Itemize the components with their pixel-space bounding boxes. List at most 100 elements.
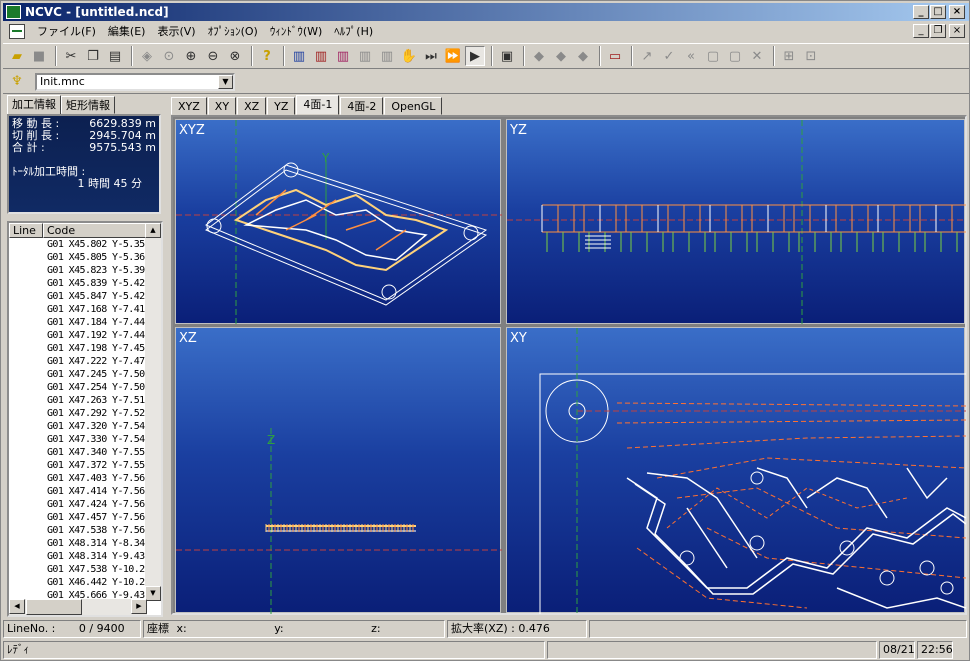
- zoom-in-icon[interactable]: ⊕: [181, 46, 201, 66]
- code-row[interactable]: G01 X47.457 Y-7.56: [9, 511, 147, 524]
- code-row[interactable]: G01 X47.245 Y-7.50: [9, 368, 147, 381]
- fast-forward-icon[interactable]: ⏩: [443, 46, 463, 66]
- tab-4view-2[interactable]: 4面-2: [340, 97, 384, 115]
- menu-window[interactable]: ｳｨﾝﾄﾞｳ(W): [264, 23, 328, 40]
- code-row[interactable]: G01 X45.839 Y-5.42: [9, 277, 147, 290]
- menu-help[interactable]: ﾍﾙﾌﾟ(H): [328, 23, 379, 40]
- code-row[interactable]: G01 X47.414 Y-7.56: [9, 485, 147, 498]
- scroll-right-icon[interactable]: ▶: [131, 599, 147, 614]
- tab-yz[interactable]: YZ: [267, 97, 296, 115]
- code-row[interactable]: G01 X47.403 Y-7.56: [9, 472, 147, 485]
- zoom-out-icon[interactable]: ⊖: [203, 46, 223, 66]
- help-icon[interactable]: ?: [257, 46, 277, 66]
- zoom-window-icon[interactable]: ⊗: [225, 46, 245, 66]
- tab-xz[interactable]: XZ: [237, 97, 267, 115]
- monitor-icon[interactable]: ▭: [605, 46, 625, 66]
- frame-arrow-icon[interactable]: ▢: [725, 46, 745, 66]
- list-mix-icon[interactable]: ▥: [333, 46, 353, 66]
- menu-view[interactable]: 表示(V): [151, 23, 201, 40]
- list-gray2-icon[interactable]: ▥: [377, 46, 397, 66]
- arrow-diagonal-icon[interactable]: ↗: [637, 46, 657, 66]
- code-row[interactable]: G01 X48.314 Y-8.34: [9, 537, 147, 550]
- play-icon[interactable]: ▶: [465, 46, 485, 66]
- mdi-minimize-button[interactable]: _: [913, 24, 929, 38]
- grid-icon[interactable]: ⊞: [779, 46, 799, 66]
- maximize-button[interactable]: □: [930, 5, 946, 19]
- code-row[interactable]: G01 X47.184 Y-7.44: [9, 316, 147, 329]
- code-list-vscroll[interactable]: ▲ ▼: [145, 223, 161, 601]
- list-gray-icon[interactable]: ▥: [355, 46, 375, 66]
- hscroll-thumb[interactable]: [26, 599, 82, 615]
- tab-xyz[interactable]: XYZ: [171, 97, 207, 115]
- minimize-button[interactable]: _: [913, 5, 929, 19]
- scroll-down-icon[interactable]: ▼: [145, 586, 161, 601]
- code-row[interactable]: G01 X47.424 Y-7.56: [9, 498, 147, 511]
- tab-machining-info[interactable]: 加工情報: [7, 95, 61, 115]
- step-icon[interactable]: ⏭: [421, 46, 441, 66]
- check-arrow-icon[interactable]: ✓: [659, 46, 679, 66]
- delete-icon[interactable]: ✕: [747, 46, 767, 66]
- paste-icon[interactable]: ▤: [105, 46, 125, 66]
- yz-view[interactable]: YZ: [506, 119, 966, 325]
- chevron-down-icon[interactable]: ▼: [218, 74, 233, 89]
- zoom-fit-icon[interactable]: ⊙: [159, 46, 179, 66]
- code-row[interactable]: G01 X47.263 Y-7.51: [9, 394, 147, 407]
- close-button[interactable]: ×: [949, 5, 965, 19]
- tab-4view-1[interactable]: 4面-1: [296, 95, 340, 115]
- code-list[interactable]: Line Code G01 X45.802 Y-5.35 G01 X45.805 …: [7, 221, 163, 617]
- layer-icon[interactable]: ◈: [137, 46, 157, 66]
- xyz-view[interactable]: Y XYZ: [175, 119, 502, 325]
- machine-file-select[interactable]: Init.mnc ▼: [35, 72, 235, 91]
- open-folder-icon[interactable]: ▰: [7, 46, 27, 66]
- code-row[interactable]: G01 X48.314 Y-9.43: [9, 550, 147, 563]
- menu-option[interactable]: ｵﾌﾟｼｮﾝ(O): [202, 23, 264, 40]
- title-bar[interactable]: NCVC - [untitled.ncd] _ □ ×: [3, 3, 969, 21]
- code-row[interactable]: G01 X47.538 Y-7.56: [9, 524, 147, 537]
- machine-icon[interactable]: ♆: [7, 72, 27, 92]
- cut-icon[interactable]: ✂: [61, 46, 81, 66]
- xy-view[interactable]: XY: [506, 327, 966, 614]
- copy-icon[interactable]: ❐: [83, 46, 103, 66]
- code-row[interactable]: G01 X47.198 Y-7.45: [9, 342, 147, 355]
- hand-icon[interactable]: ✋: [399, 46, 419, 66]
- code-row[interactable]: G01 X46.442 Y-10.2: [9, 576, 147, 589]
- code-row[interactable]: G01 X47.538 Y-10.2: [9, 563, 147, 576]
- code-row[interactable]: G01 X45.847 Y-5.42: [9, 290, 147, 303]
- double-chevron-icon[interactable]: «: [681, 46, 701, 66]
- code-row[interactable]: G01 X47.330 Y-7.54: [9, 433, 147, 446]
- code-row[interactable]: G01 X47.222 Y-7.47: [9, 355, 147, 368]
- hscroll-track[interactable]: [82, 599, 131, 615]
- column-line[interactable]: Line: [9, 223, 43, 238]
- mdi-close-button[interactable]: ×: [949, 24, 965, 38]
- code-row[interactable]: G01 X45.802 Y-5.35: [9, 238, 147, 251]
- xz-view[interactable]: Z XZ: [175, 327, 502, 614]
- scroll-left-icon[interactable]: ◀: [9, 599, 25, 614]
- menu-edit[interactable]: 編集(E): [102, 23, 152, 40]
- tab-opengl[interactable]: OpenGL: [384, 97, 443, 115]
- code-row[interactable]: G01 X47.340 Y-7.55: [9, 446, 147, 459]
- code-row[interactable]: G01 X47.168 Y-7.41: [9, 303, 147, 316]
- code-row[interactable]: G01 X47.254 Y-7.50: [9, 381, 147, 394]
- code-row[interactable]: G01 X45.823 Y-5.39: [9, 264, 147, 277]
- code-row[interactable]: G01 X47.292 Y-7.52: [9, 407, 147, 420]
- scroll-up-icon[interactable]: ▲: [145, 223, 161, 238]
- code-row[interactable]: G01 X47.372 Y-7.55: [9, 459, 147, 472]
- app-icon[interactable]: [6, 5, 21, 19]
- document-icon[interactable]: [9, 24, 25, 39]
- code-row[interactable]: G01 X47.192 Y-7.44: [9, 329, 147, 342]
- settings-window-icon[interactable]: ▣: [497, 46, 517, 66]
- column-code[interactable]: Code: [43, 223, 147, 238]
- cube2-icon[interactable]: ◆: [551, 46, 571, 66]
- vscroll-track[interactable]: [145, 238, 161, 586]
- config-icon[interactable]: ⊡: [801, 46, 821, 66]
- tab-rect-info[interactable]: 矩形情報: [61, 96, 115, 114]
- cube-icon[interactable]: ◆: [529, 46, 549, 66]
- code-row[interactable]: G01 X45.805 Y-5.36: [9, 251, 147, 264]
- tab-xy[interactable]: XY: [207, 97, 237, 115]
- list-blue-icon[interactable]: ▥: [289, 46, 309, 66]
- save-icon[interactable]: ■: [29, 46, 49, 66]
- menu-file[interactable]: ファイル(F): [31, 23, 102, 40]
- code-row[interactable]: G01 X47.320 Y-7.54: [9, 420, 147, 433]
- frame-icon[interactable]: ▢: [703, 46, 723, 66]
- cube3-icon[interactable]: ◆: [573, 46, 593, 66]
